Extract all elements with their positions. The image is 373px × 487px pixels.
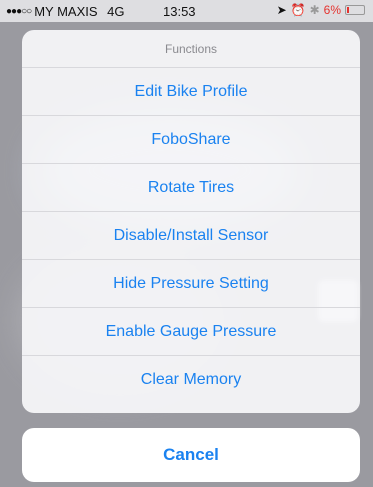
battery-icon (345, 5, 365, 15)
clear-memory-button[interactable]: Clear Memory (22, 356, 360, 404)
disable-install-sensor-button[interactable]: Disable/Install Sensor (22, 212, 360, 260)
rotate-tires-button[interactable]: Rotate Tires (22, 164, 360, 212)
bluetooth-icon: ✱ (309, 3, 320, 17)
status-right-icons: ➤ ⏰ ✱ 6% (277, 3, 365, 17)
status-bar: ●●●○○ MY MAXIS 4G 13:53 ➤ ⏰ ✱ 6% (0, 0, 373, 22)
alarm-icon: ⏰ (290, 3, 306, 17)
enable-gauge-pressure-button[interactable]: Enable Gauge Pressure (22, 308, 360, 356)
signal-strength-icon: ●●●○○ (6, 5, 32, 17)
edit-bike-profile-button[interactable]: Edit Bike Profile (22, 68, 360, 116)
cancel-button[interactable]: Cancel (22, 428, 360, 482)
battery-percent: 6% (323, 3, 341, 17)
carrier-name: MY MAXIS 4G (34, 3, 125, 19)
location-arrow-icon: ➤ (276, 3, 287, 17)
status-time: 13:53 (163, 4, 196, 19)
hide-pressure-setting-button[interactable]: Hide Pressure Setting (22, 260, 360, 308)
action-sheet: Functions Edit Bike Profile FoboShare Ro… (22, 30, 360, 413)
action-sheet-title: Functions (22, 30, 360, 68)
foboshare-button[interactable]: FoboShare (22, 116, 360, 164)
